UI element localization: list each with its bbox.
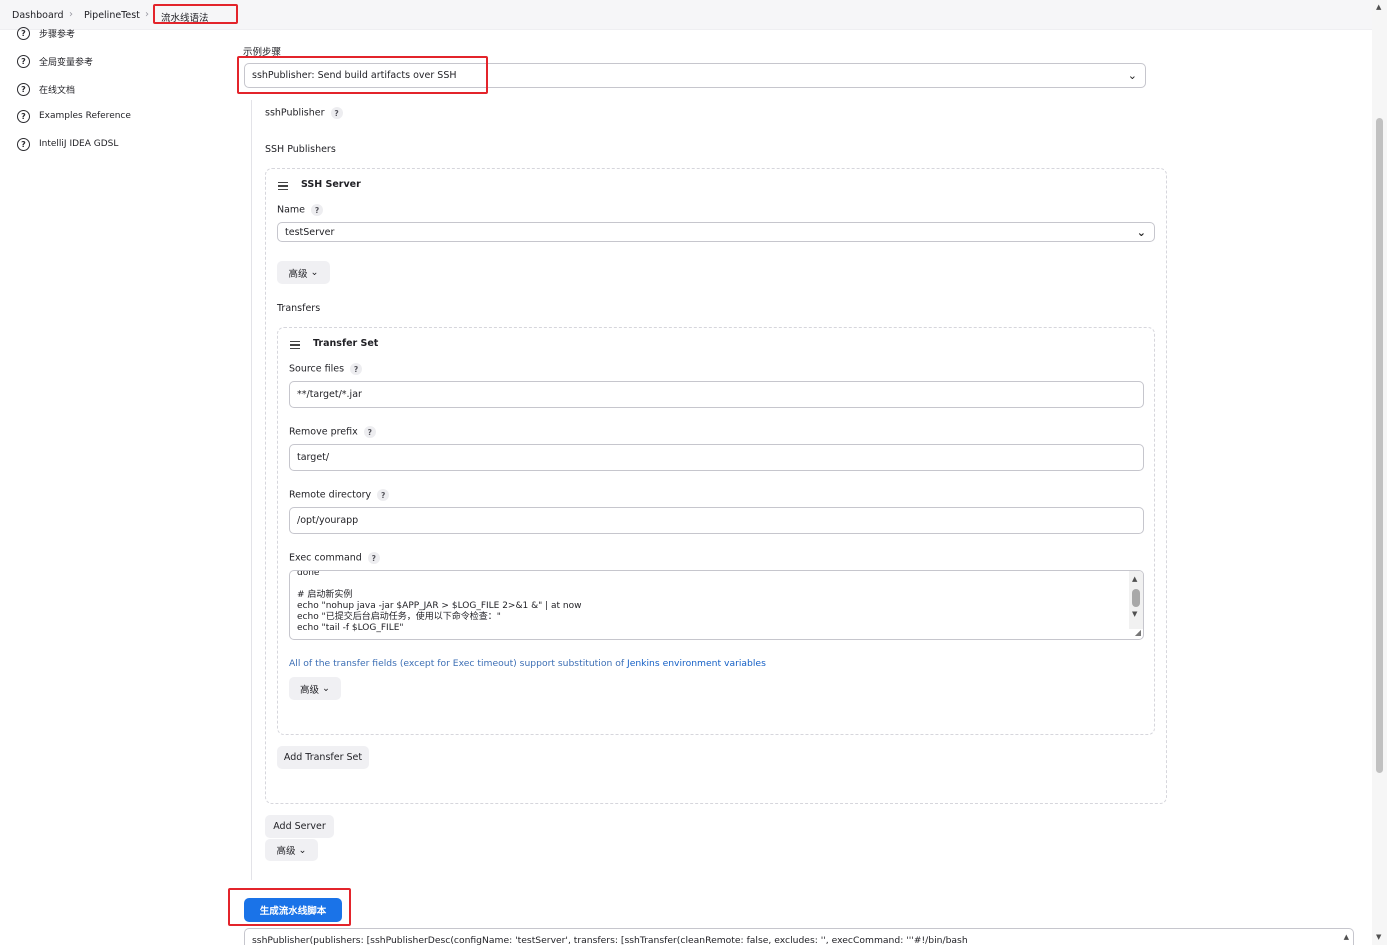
sidebar-item-examples-reference[interactable]: ? Examples Reference bbox=[17, 108, 131, 124]
sidebar-item-step-reference[interactable]: ? 步骤参考 bbox=[17, 25, 75, 41]
sidebar-item-global-variables[interactable]: ? 全局变量参考 bbox=[17, 53, 93, 69]
help-icon[interactable]: ? bbox=[350, 363, 363, 375]
scroll-down-icon[interactable]: ▼ bbox=[1376, 933, 1381, 941]
source-files-input[interactable]: **/target/*.jar bbox=[289, 381, 1144, 408]
help-icon: ? bbox=[17, 54, 30, 68]
scroll-down-icon[interactable]: ▼ bbox=[1132, 609, 1137, 620]
server-name-value: testServer bbox=[285, 226, 335, 238]
code-line: done bbox=[297, 570, 320, 578]
sidebar-item-label: 全局变量参考 bbox=[39, 57, 94, 68]
breadcrumb-bar: Dashboard › PipelineTest › 流水线语法 bbox=[0, 0, 1372, 30]
drag-handle-icon[interactable] bbox=[290, 341, 300, 351]
output-script-text: sshPublisher(publishers: [sshPublisherDe… bbox=[252, 935, 968, 945]
scrollbar-thumb[interactable] bbox=[1132, 589, 1140, 607]
chevron-down-icon: ⌄ bbox=[322, 683, 330, 694]
source-files-label: Source files? bbox=[289, 363, 363, 375]
chevron-down-icon: ⌄ bbox=[298, 844, 307, 856]
help-icon: ? bbox=[17, 137, 30, 151]
chevron-down-icon: ⌄ bbox=[1136, 225, 1146, 239]
generate-pipeline-script-button[interactable]: 生成流水线脚本 bbox=[244, 898, 342, 922]
remote-directory-input[interactable]: /opt/yourapp bbox=[289, 507, 1144, 534]
drag-handle-icon[interactable] bbox=[278, 182, 288, 192]
resize-grip-icon[interactable]: ◢ bbox=[1135, 627, 1141, 638]
ssh-publishers-label: SSH Publishers bbox=[265, 144, 336, 155]
sidebar-item-intellij-gdsl[interactable]: ? IntelliJ IDEA GDSL bbox=[17, 136, 118, 152]
name-label: Name? bbox=[277, 204, 324, 216]
code-line: echo "已提交后台启动任务，使用以下命令检查：" bbox=[297, 612, 501, 622]
nesting-guide-line bbox=[251, 100, 252, 880]
exec-command-textarea[interactable]: done ​ # 启动新实例 echo "nohup java -jar $AP… bbox=[289, 570, 1144, 640]
page-scrollbar[interactable]: ▲ ▼ bbox=[1372, 0, 1387, 945]
ssh-publisher-label: sshPublisher? bbox=[265, 107, 343, 119]
transfers-label: Transfers bbox=[277, 303, 321, 314]
scroll-up-icon[interactable]: ▲ bbox=[1344, 933, 1349, 941]
help-icon: ? bbox=[17, 26, 30, 40]
remote-directory-label: Remote directory? bbox=[289, 489, 390, 501]
sample-step-select[interactable]: sshPublisher: Send build artifacts over … bbox=[244, 63, 1146, 88]
remove-prefix-input[interactable]: target/ bbox=[289, 444, 1144, 471]
help-icon[interactable]: ? bbox=[377, 489, 390, 501]
chevron-down-icon: ⌄ bbox=[310, 267, 319, 278]
breadcrumb-pipelinetest[interactable]: PipelineTest bbox=[84, 10, 140, 21]
sidebar-item-label: Examples Reference bbox=[39, 111, 131, 121]
help-icon[interactable]: ? bbox=[363, 426, 376, 438]
textarea-scrollbar[interactable]: ▲ ▼ bbox=[1129, 571, 1143, 629]
page-scrollbar-thumb[interactable] bbox=[1376, 118, 1383, 773]
help-icon[interactable]: ? bbox=[367, 552, 380, 564]
server-name-select[interactable]: testServer ⌄ bbox=[277, 222, 1155, 242]
sidebar-item-label: 在线文档 bbox=[39, 85, 76, 96]
help-icon: ? bbox=[17, 109, 30, 123]
help-icon: ? bbox=[17, 82, 30, 96]
code-line: echo "tail -f $LOG_FILE" bbox=[297, 623, 404, 633]
code-line: # 启动新实例 bbox=[297, 590, 353, 600]
sample-step-value: sshPublisher: Send build artifacts over … bbox=[252, 70, 457, 81]
sidebar-item-label: IntelliJ IDEA GDSL bbox=[39, 139, 119, 149]
breadcrumb-dashboard[interactable]: Dashboard bbox=[12, 10, 64, 21]
env-variables-note: All of the transfer fields (except for E… bbox=[289, 658, 766, 669]
add-transfer-set-button[interactable]: Add Transfer Set bbox=[277, 746, 369, 769]
code-line: ​ bbox=[290, 579, 1125, 590]
jenkins-env-variables-link[interactable]: Jenkins environment variables bbox=[627, 658, 766, 669]
remove-prefix-label: Remove prefix? bbox=[289, 426, 376, 438]
sidebar-item-label: 步骤参考 bbox=[39, 29, 76, 40]
transfer-advanced-button[interactable]: 高级 ⌄ bbox=[289, 677, 341, 700]
breadcrumb-pipeline-syntax[interactable]: 流水线语法 bbox=[161, 10, 209, 24]
pipeline-script-output[interactable]: sshPublisher(publishers: [sshPublisherDe… bbox=[244, 928, 1354, 945]
transfer-set-title: Transfer Set bbox=[313, 338, 379, 349]
ssh-server-title: SSH Server bbox=[301, 179, 361, 190]
code-line: echo "nohup java -jar $APP_JAR > $LOG_FI… bbox=[297, 601, 582, 611]
chevron-down-icon: ⌄ bbox=[1127, 69, 1137, 82]
exec-command-label: Exec command? bbox=[289, 552, 380, 564]
breadcrumb-separator-icon: › bbox=[145, 9, 149, 20]
sample-step-label: 示例步骤 bbox=[243, 47, 282, 58]
help-icon[interactable]: ? bbox=[330, 107, 343, 119]
breadcrumb-separator-icon: › bbox=[69, 9, 73, 20]
scroll-up-icon[interactable]: ▲ bbox=[1376, 3, 1381, 11]
server-advanced-button[interactable]: 高级 ⌄ bbox=[277, 261, 330, 284]
add-server-button[interactable]: Add Server bbox=[265, 815, 334, 838]
help-icon[interactable]: ? bbox=[311, 204, 324, 216]
sidebar-item-online-docs[interactable]: ? 在线文档 bbox=[17, 81, 75, 97]
publisher-advanced-button[interactable]: 高级 ⌄ bbox=[265, 839, 318, 861]
scroll-up-icon[interactable]: ▲ bbox=[1132, 574, 1137, 585]
